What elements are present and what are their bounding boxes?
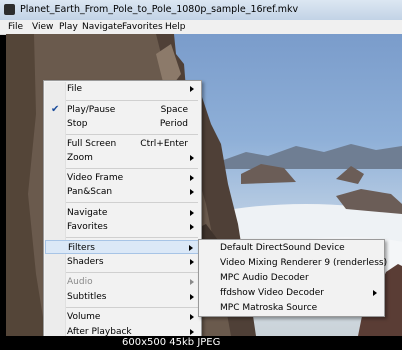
- image-caption: 600x500 45kb JPEG: [122, 337, 221, 348]
- menu-item-label: Audio: [67, 277, 93, 287]
- menu-item-label: MPC Audio Decoder: [220, 273, 309, 283]
- menu-bar: File View Play Navigate Favorites Help: [0, 20, 402, 35]
- submenu-arrow-icon: [190, 329, 194, 335]
- checkmark-icon: ✔: [51, 104, 60, 115]
- menu-item-video-frame[interactable]: Video Frame: [45, 171, 200, 185]
- menu-item-play-pause[interactable]: ✔ Play/Pause Space: [45, 103, 200, 117]
- submenu-arrow-icon: [373, 290, 377, 296]
- menu-item-audio: Audio: [45, 275, 200, 289]
- submenu-arrow-icon: [190, 210, 194, 216]
- menu-item-label: Full Screen: [67, 139, 117, 149]
- submenu-item-mpc-matroska-source[interactable]: MPC Matroska Source: [200, 301, 383, 315]
- submenu-arrow-icon: [190, 86, 194, 92]
- submenu-arrow-icon: [190, 189, 194, 195]
- menu-item-shortcut: Period: [159, 119, 188, 129]
- submenu-arrow-icon: [190, 314, 194, 320]
- menu-separator: [66, 237, 198, 238]
- submenu-item-mpc-audio-decoder[interactable]: MPC Audio Decoder: [200, 271, 383, 285]
- menu-item-navigate[interactable]: Navigate: [45, 206, 200, 220]
- menu-item-label: Stop: [67, 119, 88, 129]
- menu-item-label: ffdshow Video Decoder: [220, 288, 324, 298]
- menu-item-label: Filters: [68, 243, 95, 253]
- menu-item-zoom[interactable]: Zoom: [45, 151, 200, 165]
- menu-item-label: File: [67, 84, 83, 94]
- menu-item-file[interactable]: File: [45, 82, 200, 96]
- submenu-arrow-icon: [190, 224, 194, 230]
- menu-help[interactable]: Help: [165, 22, 186, 32]
- menu-separator: [66, 307, 198, 308]
- menu-item-favorites[interactable]: Favorites: [45, 220, 200, 234]
- menu-item-shortcut: Space: [160, 105, 188, 115]
- player-window: Planet_Earth_From_Pole_to_Pole_1080p_sam…: [0, 0, 402, 350]
- menu-file[interactable]: File: [8, 22, 23, 32]
- submenu-arrow-icon: [190, 279, 194, 285]
- menu-item-label: Navigate: [67, 208, 108, 218]
- menu-separator: [66, 134, 198, 135]
- menu-item-subtitles[interactable]: Subtitles: [45, 290, 200, 304]
- context-menu: File ✔ Play/Pause Space Stop Period Full…: [43, 80, 202, 340]
- menu-item-volume[interactable]: Volume: [45, 310, 200, 324]
- menu-item-label: Video Mixing Renderer 9 (renderless): [220, 258, 388, 268]
- menu-navigate[interactable]: Navigate: [82, 22, 122, 32]
- menu-item-label: Subtitles: [67, 292, 107, 302]
- menu-separator: [66, 202, 198, 203]
- menu-item-label: Zoom: [67, 153, 93, 163]
- menu-item-label: Favorites: [67, 222, 108, 232]
- menu-item-label: Shaders: [67, 257, 104, 267]
- menu-item-label: Pan&Scan: [67, 187, 113, 197]
- submenu-item-vmr9[interactable]: Video Mixing Renderer 9 (renderless): [200, 256, 387, 270]
- menu-separator: [66, 168, 198, 169]
- menu-item-stop[interactable]: Stop Period: [45, 117, 200, 131]
- submenu-arrow-icon: [190, 259, 194, 265]
- menu-item-label: Volume: [67, 312, 101, 322]
- submenu-item-default-directsound[interactable]: Default DirectSound Device: [200, 241, 383, 255]
- menu-view[interactable]: View: [32, 22, 53, 32]
- menu-separator: [66, 100, 198, 101]
- submenu-arrow-icon: [190, 294, 194, 300]
- menu-item-filters[interactable]: Filters: [45, 240, 200, 254]
- submenu-arrow-icon: [190, 175, 194, 181]
- menu-favorites[interactable]: Favorites: [122, 22, 163, 32]
- submenu-arrow-icon: [189, 245, 193, 251]
- app-icon: [4, 4, 15, 15]
- window-title: Planet_Earth_From_Pole_to_Pole_1080p_sam…: [20, 4, 299, 15]
- submenu-arrow-icon: [190, 155, 194, 161]
- menu-item-label: Default DirectSound Device: [220, 243, 345, 253]
- submenu-item-ffdshow-video-decoder[interactable]: ffdshow Video Decoder: [200, 286, 383, 300]
- image-caption-bar: 600x500 45kb JPEG: [0, 336, 402, 350]
- menu-item-pan-scan[interactable]: Pan&Scan: [45, 185, 200, 199]
- menu-item-label: MPC Matroska Source: [220, 303, 318, 313]
- menu-item-shaders[interactable]: Shaders: [45, 255, 200, 269]
- menu-play[interactable]: Play: [59, 22, 78, 32]
- filters-submenu: Default DirectSound Device Video Mixing …: [198, 239, 387, 317]
- title-bar[interactable]: Planet_Earth_From_Pole_to_Pole_1080p_sam…: [0, 0, 402, 21]
- menu-item-label: Video Frame: [67, 173, 124, 183]
- menu-separator: [66, 272, 198, 273]
- menu-item-full-screen[interactable]: Full Screen Ctrl+Enter: [45, 137, 200, 151]
- menu-item-label: Play/Pause: [67, 105, 116, 115]
- menu-item-shortcut: Ctrl+Enter: [140, 139, 188, 149]
